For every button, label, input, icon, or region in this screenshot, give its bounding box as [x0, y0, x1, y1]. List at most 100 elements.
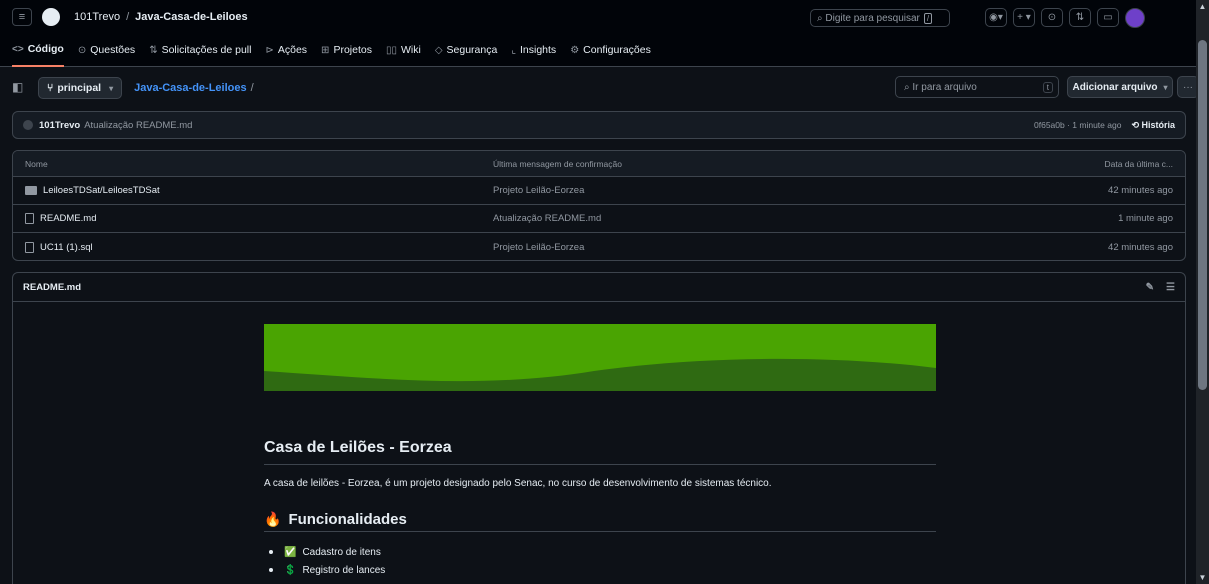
readme-title: README.md: [23, 281, 82, 293]
add-file-button[interactable]: Adicionar arquivo ▾: [1067, 76, 1173, 98]
column-last-commit: Última mensagem de confirmação: [493, 158, 622, 169]
table-row[interactable]: UC11 (1).sql Projeto Leilão-Eorzea 42 mi…: [13, 233, 1185, 260]
code-icon: <>: [12, 43, 24, 55]
tab-label: Insights: [520, 44, 557, 56]
page-scrollbar[interactable]: ▲ ▼: [1196, 0, 1209, 584]
features-heading: 🔥 Funcionalidades: [264, 507, 936, 532]
column-last-date: Data da última c...: [1104, 158, 1173, 169]
github-logo-icon[interactable]: [42, 8, 60, 26]
tab-label: Código: [27, 43, 64, 55]
menu-icon[interactable]: ≡: [12, 8, 32, 26]
readme-header: README.md ✎ ☰: [13, 273, 1185, 302]
search-icon: ⌕: [817, 12, 826, 24]
author-avatar[interactable]: [23, 120, 33, 130]
table-row[interactable]: README.md Atualização README.md 1 minute…: [13, 205, 1185, 233]
repo-link[interactable]: Java-Casa-de-Leiloes: [135, 11, 248, 23]
add-file-label: Adicionar arquivo: [1072, 81, 1158, 93]
breadcrumb: 101Trevo / Java-Casa-de-Leiloes: [74, 11, 248, 23]
tab-code[interactable]: <> Código: [12, 34, 64, 67]
play-icon: ⊳: [265, 44, 274, 56]
breadcrumb-separator: /: [126, 11, 130, 23]
commit-message-cell[interactable]: Projeto Leilão-Eorzea: [493, 185, 584, 196]
pull-requests-icon[interactable]: ⇅: [1069, 8, 1091, 27]
search-placeholder: Digite para pesquisar: [825, 12, 920, 24]
commit-message-cell[interactable]: Atualização README.md: [493, 213, 601, 224]
shield-icon: ◇: [434, 44, 443, 56]
list-item: ✅ Cadastro de itens: [269, 543, 385, 561]
branch-icon: ⑂: [47, 82, 54, 94]
file-name-cell[interactable]: LeiloesTDSat/LeiloesTDSat: [25, 185, 160, 196]
branch-selector[interactable]: ⑂ principal ▾: [38, 77, 123, 99]
commit-date-cell: 42 minutes ago: [1108, 241, 1173, 253]
feature-text: Registro de lances: [302, 564, 386, 576]
create-new-icon[interactable]: + ▾: [1013, 8, 1035, 27]
file-toolbar: ◧ ⑂ principal ▾ Java-Casa-de-Leiloes / ⌕ …: [12, 76, 1199, 100]
outline-icon[interactable]: ☰: [1166, 282, 1175, 293]
commit-author[interactable]: 101Trevo: [39, 120, 80, 131]
commit-meta: 0f65a0b · 1 minute ago ⟲ História: [1034, 120, 1175, 131]
scroll-up-icon[interactable]: ▲: [1198, 2, 1207, 11]
tab-projects[interactable]: ⊞ Projetos: [321, 34, 372, 67]
tab-label: Ações: [277, 44, 308, 56]
search-shortcut-key: /: [923, 12, 933, 24]
graph-icon: ⌞: [511, 44, 516, 56]
tab-issues[interactable]: ⊙ Questões: [78, 34, 135, 67]
search-input[interactable]: ⌕ Digite para pesquisar /: [810, 9, 950, 27]
file-name[interactable]: LeiloesTDSat/LeiloesTDSat: [43, 185, 160, 196]
repo-nav: <> Código ⊙ Questões ⇅ Solicitações de pull…: [0, 34, 1196, 67]
commit-message[interactable]: Atualização README.md: [84, 120, 192, 131]
list-item: 💲 Registro de lances: [269, 561, 385, 579]
scrollbar-thumb[interactable]: [1198, 40, 1207, 390]
history-button[interactable]: ⟲ História: [1131, 120, 1175, 131]
table-icon: ⊞: [321, 44, 330, 56]
global-header: ≡ 101Trevo / Java-Casa-de-Leiloes ⌕ Digite…: [0, 0, 1196, 34]
tab-actions[interactable]: ⊳ Ações: [265, 34, 307, 67]
features-list: ✅ Cadastro de itens 💲 Registro de lances: [269, 543, 385, 579]
file-name[interactable]: UC11 (1).sql: [40, 242, 93, 253]
file-name-cell[interactable]: README.md: [25, 213, 96, 224]
feature-text: Cadastro de itens: [302, 546, 381, 558]
readme-heading: Casa de Leilões - Eorzea: [264, 439, 936, 465]
commit-hash-time[interactable]: 0f65a0b · 1 minute ago: [1034, 120, 1121, 130]
header-actions: ◉▾ + ▾ ⊙ ⇅ ▭: [985, 8, 1145, 28]
tab-label: Questões: [90, 44, 136, 56]
go-to-file-input[interactable]: ⌕ Ir para arquivo t: [895, 76, 1059, 98]
scroll-down-icon[interactable]: ▼: [1198, 573, 1207, 582]
file-icon: [25, 241, 34, 253]
pencil-icon[interactable]: ✎: [1146, 282, 1154, 293]
owner-link[interactable]: 101Trevo: [74, 11, 120, 23]
file-table: Nome Última mensagem de confirmação Data…: [12, 150, 1186, 261]
column-name: Nome: [25, 158, 48, 169]
path-separator: /: [250, 82, 254, 94]
user-avatar[interactable]: [1125, 8, 1145, 28]
commit-message-cell[interactable]: Projeto Leilão-Eorzea: [493, 242, 584, 253]
readme-tools: ✎ ☰: [1146, 282, 1175, 293]
tab-pull-requests[interactable]: ⇅ Solicitações de pull: [149, 34, 251, 67]
tab-insights[interactable]: ⌞ Insights: [511, 34, 556, 67]
search-icon: ⌕: [904, 81, 913, 93]
book-icon: ▯▯: [385, 44, 397, 56]
table-row[interactable]: LeiloesTDSat/LeiloesTDSat Projeto Leilão…: [13, 177, 1185, 205]
issue-icon: ⊙: [77, 44, 87, 56]
readme-banner: [264, 324, 936, 391]
tab-wiki[interactable]: ▯▯ Wiki: [386, 34, 421, 67]
bullet-icon: [269, 550, 273, 554]
commit-date-cell: 42 minutes ago: [1108, 185, 1173, 196]
tab-label: Solicitações de pull: [161, 44, 252, 56]
features-heading-label: Funcionalidades: [288, 510, 407, 528]
tab-settings[interactable]: ⚙ Configurações: [570, 34, 651, 67]
fire-icon: 🔥: [264, 510, 282, 527]
tab-label: Segurança: [446, 44, 498, 56]
issues-icon[interactable]: ⊙: [1041, 8, 1063, 27]
file-name[interactable]: README.md: [40, 213, 96, 224]
copilot-icon[interactable]: ◉▾: [985, 8, 1007, 27]
sidebar-expand-icon[interactable]: ◧: [12, 80, 28, 96]
latest-commit-bar: 101Trevo Atualização README.md 0f65a0b ·…: [12, 111, 1186, 139]
tab-label: Projetos: [333, 44, 372, 56]
file-name-cell[interactable]: UC11 (1).sql: [25, 241, 93, 253]
inbox-icon[interactable]: ▭: [1097, 8, 1119, 27]
tab-security[interactable]: ◇ Segurança: [435, 34, 498, 67]
repo-path[interactable]: Java-Casa-de-Leiloes /: [134, 82, 254, 94]
gear-icon: ⚙: [570, 44, 580, 56]
go-to-file-placeholder: Ir para arquivo: [912, 81, 977, 93]
